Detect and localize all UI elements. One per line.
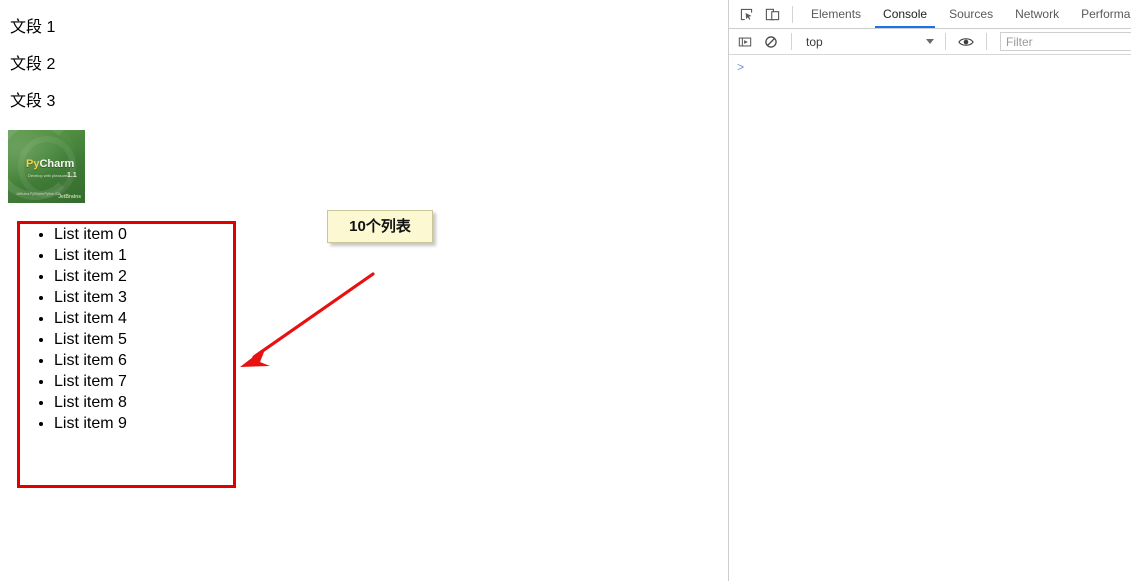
unordered-list: List item 0 List item 1 List item 2 List… (20, 224, 254, 434)
web-page-viewport: 文段 1 文段 2 文段 3 PyCharm Develop with plea… (0, 0, 728, 581)
list-item: List item 5 (54, 329, 254, 350)
tab-performance[interactable]: Performan (1070, 0, 1131, 28)
pycharm-tagline: Develop with pleasure! (28, 173, 69, 178)
paragraph-1: 文段 1 (10, 19, 56, 36)
list-item: List item 0 (54, 224, 254, 245)
annotation-callout-label: 10个列表 (349, 218, 411, 235)
list-item: List item 2 (54, 266, 254, 287)
chevron-down-icon (926, 39, 934, 44)
console-toolbar-divider-1 (791, 33, 792, 50)
list-item: List item 6 (54, 350, 254, 371)
list-item: List item 9 (54, 413, 254, 434)
console-prompt-chevron-icon: > (737, 61, 745, 75)
annotation-arrow-icon (240, 272, 375, 367)
inspect-element-icon[interactable] (733, 1, 759, 27)
clear-console-icon[interactable] (758, 29, 784, 55)
console-filter-input[interactable] (1000, 32, 1131, 51)
console-toolbar-divider-2 (945, 33, 946, 50)
annotation-callout: 10个列表 (327, 210, 433, 243)
toolbar-divider (792, 5, 793, 23)
jetbrains-logo: JetBrains (58, 194, 81, 200)
list-item: List item 4 (54, 308, 254, 329)
console-toolbar: top (729, 29, 1131, 55)
paragraph-2: 文段 2 (10, 56, 56, 73)
pycharm-brand-text: PyCharm (26, 158, 74, 170)
console-context-value: top (806, 34, 823, 49)
devtools-tabbar: Elements Console Sources Network Perform… (729, 0, 1131, 29)
pycharm-splash-image: PyCharm Develop with pleasure! 1.1 JetBr… (8, 130, 85, 203)
brand-charm: Charm (39, 158, 75, 170)
device-toolbar-icon[interactable] (759, 1, 785, 27)
tab-sources-label: Sources (949, 7, 994, 21)
console-sidebar-icon[interactable] (732, 29, 758, 55)
console-text-caret (747, 61, 748, 74)
tab-console-label: Console (883, 7, 928, 21)
console-output-area[interactable]: > (729, 55, 1131, 581)
pycharm-footer-line: JetBrains PyCharm Python IDE (16, 192, 61, 196)
list-item: List item 8 (54, 392, 254, 413)
tab-elements[interactable]: Elements (800, 0, 872, 28)
brand-py: Py (26, 158, 40, 170)
list-item: List item 7 (54, 371, 254, 392)
devtools-panel: Elements Console Sources Network Perform… (728, 0, 1131, 581)
list-item: List item 1 (54, 245, 254, 266)
tab-performance-label: Performan (1081, 7, 1131, 21)
tab-elements-label: Elements (811, 7, 862, 21)
pycharm-version: 1.1 (67, 172, 77, 179)
tab-sources[interactable]: Sources (938, 0, 1004, 28)
tab-network-label: Network (1015, 7, 1060, 21)
live-expression-icon[interactable] (953, 29, 979, 55)
console-context-select[interactable]: top (799, 32, 938, 52)
tab-console[interactable]: Console (872, 0, 938, 28)
list-item: List item 3 (54, 287, 254, 308)
tab-network[interactable]: Network (1004, 0, 1070, 28)
console-toolbar-divider-3 (986, 33, 987, 50)
console-prompt[interactable]: > (737, 61, 748, 75)
paragraph-3: 文段 3 (10, 93, 56, 110)
